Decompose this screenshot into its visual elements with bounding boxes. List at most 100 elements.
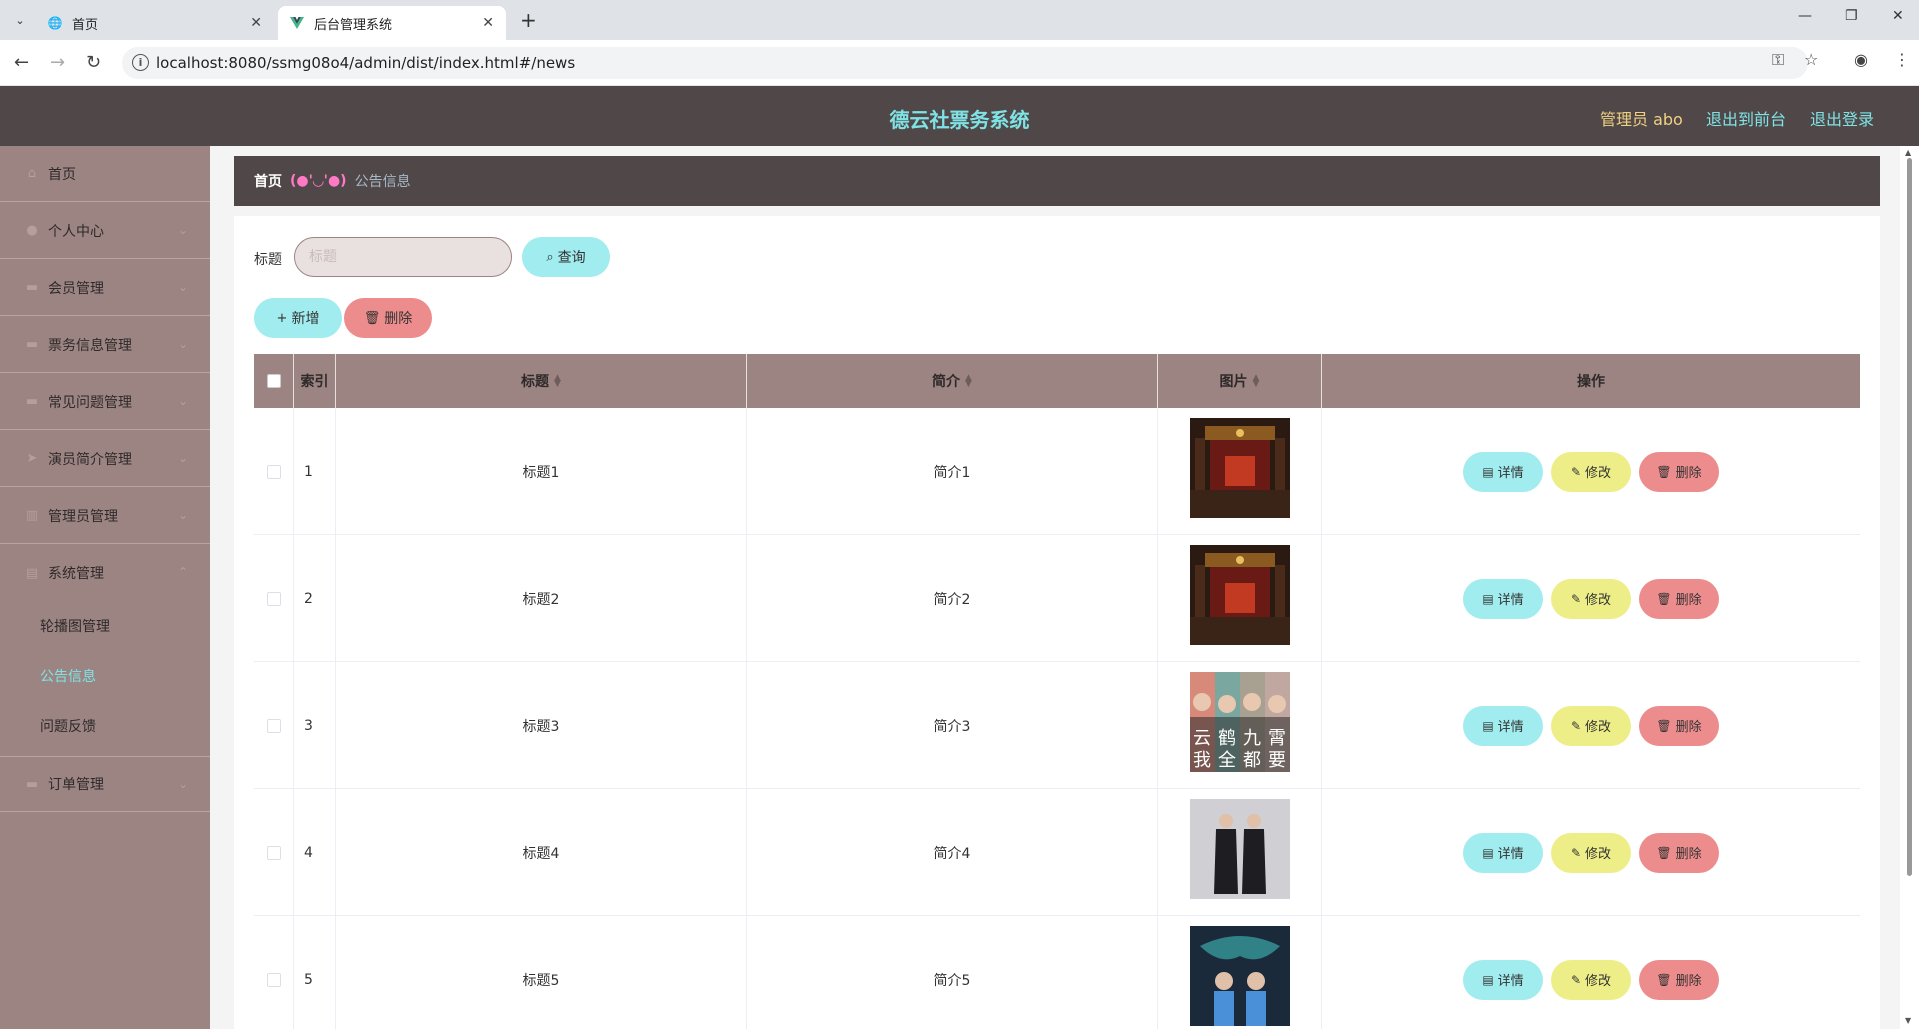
delete-button[interactable]: 🗑 删除 [1639,451,1719,492]
row-intro: 简介5 [933,972,971,989]
sidebar-item-label: 票务信息管理 [48,337,132,354]
url-field[interactable]: i localhost:8080/ssmg08o4/admin/dist/ind… [122,47,1808,79]
svg-text:霄: 霄 [1268,728,1286,749]
row-checkbox[interactable] [266,972,281,987]
bulk-delete-button[interactable]: 🗑 删除 [344,298,432,338]
forward-icon[interactable]: → [50,52,65,73]
reload-icon[interactable]: ↻ [86,52,101,73]
delete-button-label: 删除 [1675,593,1702,608]
delete-button[interactable]: 🗑 删除 [1639,578,1719,619]
row-index: 3 [304,717,313,734]
row-title: 标题2 [522,591,560,608]
header-actions: 操作 [1322,354,1860,408]
pencil-icon: ✎ [1570,718,1582,733]
title-search-input[interactable] [294,237,512,277]
back-icon[interactable]: ← [14,52,29,73]
edit-button[interactable]: ✎ 修改 [1551,959,1631,1000]
sort-icon[interactable]: ▲ ▼ [554,374,561,389]
notices-table: 索引 标题 ▲ ▼ 简介 ▲ ▼ 图片 ▲ ▼ 操作 1 标题1 简介1 ▤ 详情 ✎ 修 [254,354,1860,1029]
row-image-cell [1158,408,1322,535]
row-index: 2 [304,590,313,607]
window-close-icon[interactable]: ✕ [1892,8,1904,24]
scrollbar-thumb[interactable] [1907,158,1912,876]
detail-button[interactable]: ▤ 详情 [1463,959,1543,1000]
query-button[interactable]: ⌕ 查询 [522,237,610,277]
sidebar-item-profile[interactable]: ● 个人中心 ⌄ [0,203,210,259]
chart-icon: ▥ [25,508,39,523]
row-index: 1 [304,463,313,480]
detail-button-label: 详情 [1497,466,1524,481]
sidebar-subitem-carousel[interactable]: 轮播图管理 [40,616,110,636]
profile-icon[interactable]: ◉ [1854,50,1868,69]
add-button-label: 新增 [291,311,320,327]
breadcrumb-home[interactable]: 首页 [254,171,282,191]
breadcrumb-current: 公告信息 [354,174,411,190]
row-checkbox[interactable] [266,718,281,733]
row-checkbox[interactable] [266,845,281,860]
sort-icon[interactable]: ▲ ▼ [1253,374,1260,389]
select-all-checkbox[interactable] [266,374,281,388]
header-intro[interactable]: 简介 ▲ ▼ [747,354,1158,408]
close-icon[interactable]: ✕ [482,15,494,31]
row-title-cell: 标题5 [336,916,747,1029]
table-header: 索引 标题 ▲ ▼ 简介 ▲ ▼ 图片 ▲ ▼ 操作 [254,354,1860,408]
edit-button[interactable]: ✎ 修改 [1551,705,1631,746]
sidebar-item-home[interactable]: ⌂ 首页 [0,146,210,202]
row-thumbnail-image [1189,799,1290,899]
restore-icon[interactable]: ❐ [1845,8,1858,24]
row-select-cell [254,408,294,535]
row-select-cell [254,535,294,662]
exit-to-front-link[interactable]: 退出到前台 [1706,106,1786,130]
sidebar-item-orders[interactable]: ▬ 订单管理 ⌄ [0,756,210,812]
browser-tab-admin[interactable]: 后台管理系统 ✕ [278,6,506,40]
tab-search-button[interactable]: ⌄ [8,8,32,32]
new-tab-icon[interactable]: + [520,8,537,32]
row-checkbox[interactable] [266,591,281,606]
detail-button[interactable]: ▤ 详情 [1463,451,1543,492]
edit-button-label: 修改 [1585,974,1612,989]
browser-tab-home[interactable]: 🌐 首页 ✕ [36,6,274,40]
browser-tab-bar: ⌄ 🌐 首页 ✕ 后台管理系统 ✕ + — ❐ ✕ [0,0,1919,40]
app-header: 德云社票务系统 管理员 abo 退出到前台 退出登录 [0,86,1919,146]
pencil-icon: ✎ [1570,845,1582,860]
trash-icon: 🗑 [1656,845,1672,860]
edit-button[interactable]: ✎ 修改 [1551,832,1631,873]
scroll-up-icon[interactable]: ▲ [1905,148,1911,157]
delete-button[interactable]: 🗑 删除 [1639,705,1719,746]
sidebar-item-faq[interactable]: ▬ 常见问题管理 ⌄ [0,374,210,430]
row-index: 5 [304,971,313,988]
edit-button[interactable]: ✎ 修改 [1551,578,1631,619]
add-button[interactable]: + 新增 [254,298,342,338]
edit-button[interactable]: ✎ 修改 [1551,451,1631,492]
detail-button[interactable]: ▤ 详情 [1463,832,1543,873]
sidebar-item-tickets[interactable]: ▬ 票务信息管理 ⌄ [0,317,210,373]
scroll-down-icon[interactable]: ▼ [1905,1016,1911,1025]
page-scrollbar[interactable]: ▲ ▼ [1900,146,1919,1029]
sidebar-item-admins[interactable]: ▥ 管理员管理 ⌄ [0,488,210,544]
sidebar-subitem-notices[interactable]: 公告信息 [40,666,96,686]
delete-button[interactable]: 🗑 删除 [1639,959,1719,1000]
row-checkbox[interactable] [266,464,281,479]
close-icon[interactable]: ✕ [250,15,262,31]
sort-icon[interactable]: ▲ ▼ [965,374,972,389]
trash-icon: 🗑 [1656,972,1672,987]
sidebar-subitem-feedback[interactable]: 问题反馈 [40,716,96,736]
site-info-icon[interactable]: i [132,54,149,71]
svg-text:都: 都 [1243,750,1261,771]
sidebar-item-system[interactable]: ▤ 系统管理 ⌃ [0,545,210,601]
minimize-icon[interactable]: — [1798,8,1812,24]
detail-button[interactable]: ▤ 详情 [1463,705,1543,746]
password-key-icon[interactable]: ⚿ [1772,50,1784,70]
logout-link[interactable]: 退出登录 [1810,106,1874,130]
user-icon: ● [26,223,38,238]
header-title[interactable]: 标题 ▲ ▼ [336,354,747,408]
browser-menu-icon[interactable]: ⋮ [1894,50,1910,69]
sidebar-item-actors[interactable]: ➤ 演员简介管理 ⌄ [0,431,210,487]
row-actions-cell: ▤ 详情 ✎ 修改 🗑 删除 [1322,789,1860,916]
query-button-label: 查询 [557,250,586,266]
detail-button[interactable]: ▤ 详情 [1463,578,1543,619]
header-image[interactable]: 图片 ▲ ▼ [1158,354,1322,408]
sidebar-item-members[interactable]: ▬ 会员管理 ⌄ [0,260,210,316]
bookmark-star-icon[interactable]: ☆ [1804,50,1818,69]
delete-button[interactable]: 🗑 删除 [1639,832,1719,873]
